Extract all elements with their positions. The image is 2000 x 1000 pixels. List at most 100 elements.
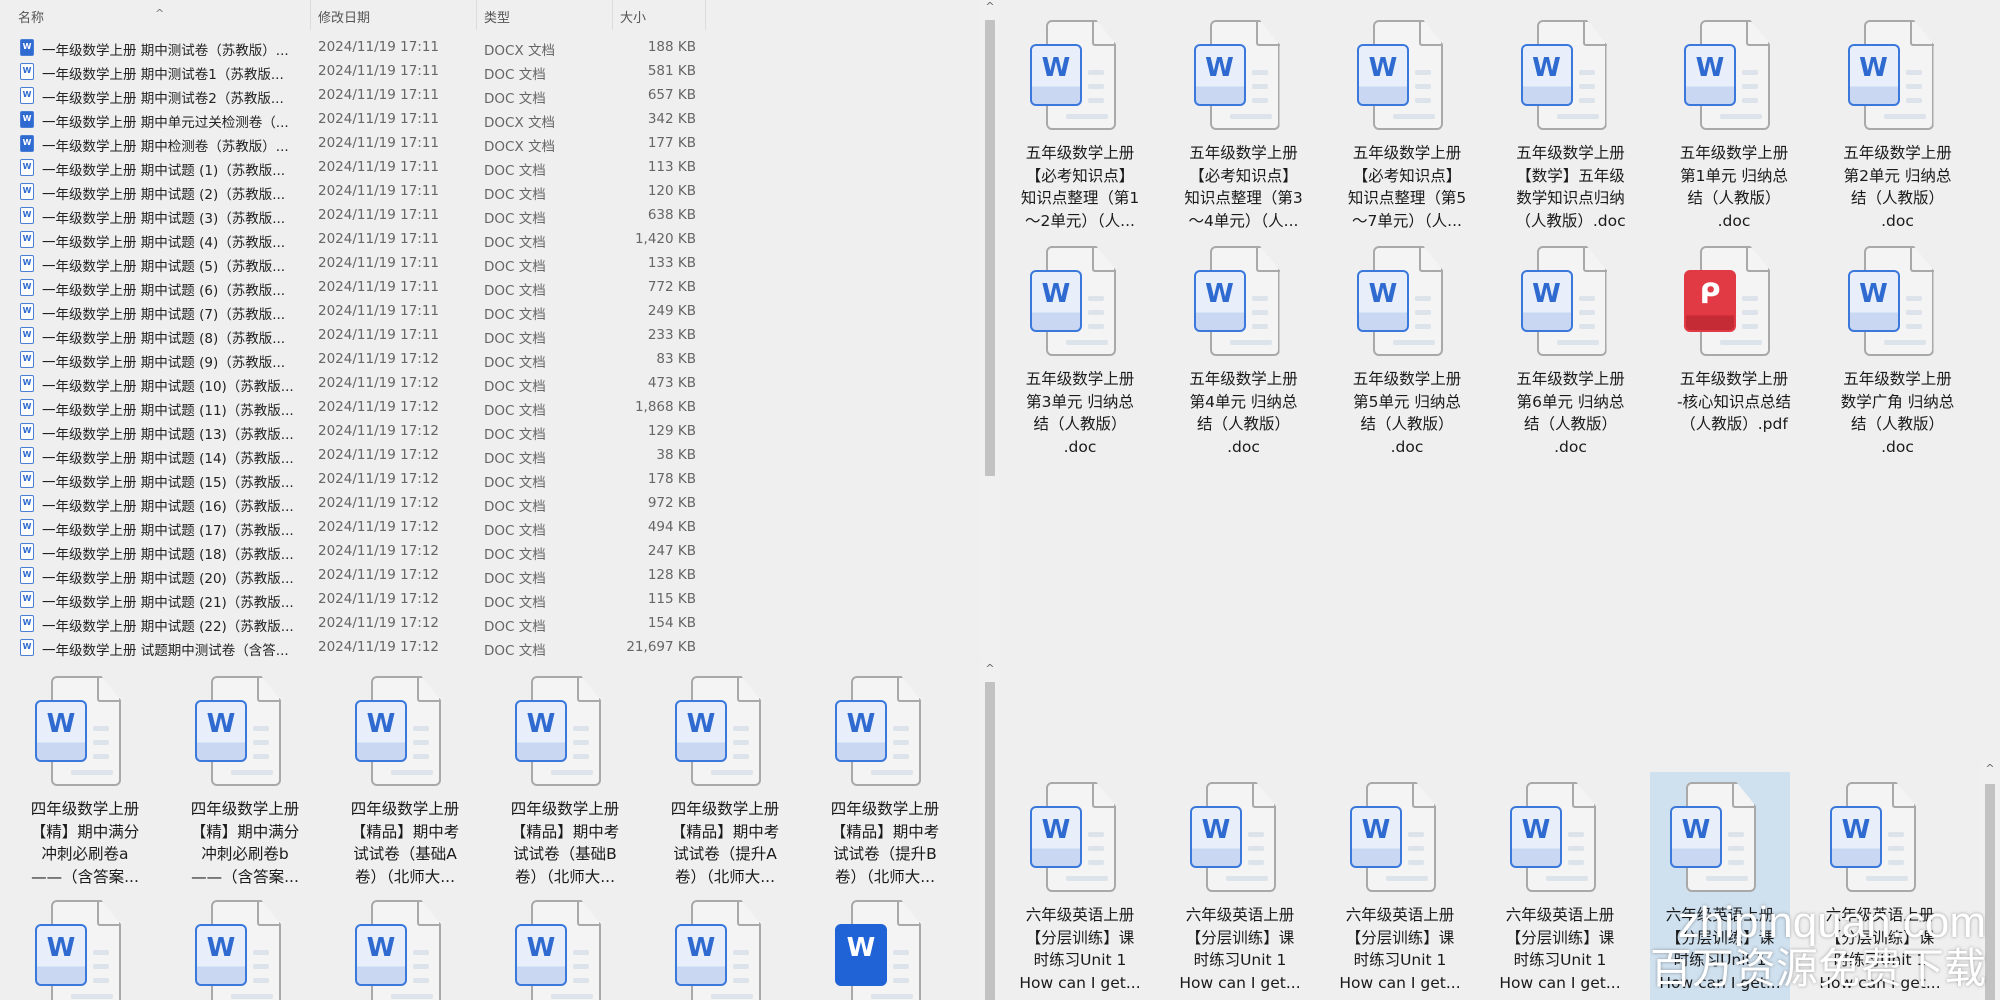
file-size: 494 KB — [647, 519, 696, 535]
file-label-line: 六年级英语上册 — [1025, 906, 1135, 924]
file-row[interactable]: W 一年级数学上册 期中试题 (4)（苏教版... 2024/11/19 17:11… — [0, 228, 710, 252]
column-date[interactable]: 修改日期 — [318, 7, 370, 26]
file-date: 2024/11/19 17:12 — [318, 639, 440, 655]
text-line — [893, 964, 909, 969]
file-item[interactable]: W 四年级数学上册 【精】期中满分 冲刺必刷卷a ——（含答案... — [15, 676, 155, 888]
file-label-line: 四年级数学上册 — [30, 800, 140, 818]
file-item[interactable]: W 五年级数学上册 第5单元 归纳总 结（人教版） .doc — [1337, 246, 1477, 458]
file-row[interactable]: W 一年级数学上册 期中试题 (11)（苏教版... 2024/11/19 17:1… — [0, 396, 710, 420]
file-label: 六年级英语上册 【分层训练】课 时练习Unit 1 How can I get... — [1330, 904, 1470, 994]
file-row[interactable]: W 一年级数学上册 期中试题 (17)（苏教版... 2024/11/19 17:1… — [0, 516, 710, 540]
page-fold — [97, 676, 121, 702]
file-item[interactable]: W — [175, 900, 315, 1000]
file-row[interactable]: W 一年级数学上册 期中试题 (6)（苏教版... 2024/11/19 17:11… — [0, 276, 710, 300]
file-item[interactable]: W 五年级数学上册 第4单元 归纳总 结（人教版） .doc — [1174, 246, 1314, 458]
file-row[interactable]: W 一年级数学上册 期中试题 (5)（苏教版... 2024/11/19 17:11… — [0, 252, 710, 276]
word-logo-icon: W — [1670, 806, 1722, 868]
file-row[interactable]: W 一年级数学上册 期中测试卷1（苏教版... 2024/11/19 17:11 DO… — [0, 60, 710, 84]
file-label-line: 五年级数学上册 — [1679, 370, 1789, 388]
file-item[interactable]: W 五年级数学上册 【必考知识点】 知识点整理（第3 ～4单元）（人... — [1174, 20, 1314, 232]
file-size: 772 KB — [647, 279, 696, 295]
file-item[interactable]: W — [495, 900, 635, 1000]
page-fold — [737, 676, 761, 702]
file-name: 一年级数学上册 期中试题 (18)（苏教版... — [42, 547, 294, 563]
file-item[interactable]: W 五年级数学上册 【必考知识点】 知识点整理（第1 ～2单元）（人... — [1010, 20, 1150, 232]
file-row[interactable]: W 一年级数学上册 期中单元过关检测卷（... 2024/11/19 17:11 DO… — [0, 108, 710, 132]
file-type: DOC 文档 — [484, 331, 546, 347]
file-row[interactable]: W 一年级数学上册 期中试题 (3)（苏教版... 2024/11/19 17:11… — [0, 204, 710, 228]
file-item[interactable]: W 四年级数学上册 【精品】期中考 试试卷（基础B 卷）（北师大... — [495, 676, 635, 888]
file-date: 2024/11/19 17:12 — [318, 543, 440, 559]
word-file-icon: W — [355, 900, 455, 1000]
file-row[interactable]: W 一年级数学上册 期中试题 (20)（苏教版... 2024/11/19 17:1… — [0, 564, 710, 588]
file-item[interactable]: W 六年级英语上册 【分层训练】课 时练习Unit 1 How can I get... — [1490, 782, 1630, 994]
file-row[interactable]: W 一年级数学上册 期中试题 (14)（苏教版... 2024/11/19 17:1… — [0, 444, 710, 468]
file-row[interactable]: W 一年级数学上册 期中测试卷2（苏教版... 2024/11/19 17:11 DO… — [0, 84, 710, 108]
file-row[interactable]: W 一年级数学上册 期中试题 (21)（苏教版... 2024/11/19 17:1… — [0, 588, 710, 612]
file-row[interactable]: W 一年级数学上册 期中试题 (16)（苏教版... 2024/11/19 17:1… — [0, 492, 710, 516]
file-item[interactable]: W 六年级英语上册 【分层训练】课 时练习Unit 1 How can I get... — [1330, 782, 1470, 994]
file-item[interactable]: W 五年级数学上册 第1单元 归纳总 结（人教版） .doc — [1664, 20, 1804, 232]
file-row[interactable]: W 一年级数学上册 期中检测卷（苏教版）... 2024/11/19 17:11 DO… — [0, 132, 710, 156]
file-size: 154 KB — [647, 615, 696, 631]
file-row[interactable]: W 一年级数学上册 期中试题 (15)（苏教版... 2024/11/19 17:1… — [0, 468, 710, 492]
scroll-up-icon[interactable]: ^ — [1981, 762, 1999, 775]
column-name[interactable]: 名称 — [18, 7, 44, 26]
file-label-line: 时练习Unit 1 — [1833, 951, 1927, 969]
text-line — [1728, 832, 1744, 837]
file-label-line: 四年级数学上册 — [830, 800, 940, 818]
file-row[interactable]: W 一年级数学上册 期中试题 (10)（苏教版... 2024/11/19 17:1… — [0, 372, 710, 396]
page-fold — [257, 676, 281, 702]
file-label-line: 知识点整理（第1 — [1020, 189, 1140, 207]
file-row[interactable]: W 一年级数学上册 期中试题 (7)（苏教版... 2024/11/19 17:11… — [0, 300, 710, 324]
scroll-up-icon[interactable]: ^ — [981, 0, 999, 13]
file-item[interactable]: W 六年级英语上册 【分层训练】课 时练习Unit 1 How can I get... — [1810, 782, 1950, 994]
file-item[interactable]: W 四年级数学上册 【精品】期中考 试试卷（提升B 卷）（北师大... — [815, 676, 955, 888]
text-line — [1742, 84, 1758, 89]
file-item[interactable]: W 四年级数学上册 【精】期中满分 冲刺必刷卷b ——（含答案... — [175, 676, 315, 888]
file-item[interactable]: W 六年级英语上册 【分层训练】课 时练习Unit 1 How can I get... — [1650, 772, 1790, 1000]
word-doc-icon: W — [20, 327, 34, 344]
file-row[interactable]: W 一年级数学上册 期中试题 (1)（苏教版... 2024/11/19 17:11… — [0, 156, 710, 180]
file-item[interactable]: W 五年级数学上册 第6单元 归纳总 结（人教版） .doc — [1501, 246, 1641, 458]
page-fold — [1419, 20, 1443, 46]
file-item[interactable]: ᑭ 五年级数学上册 -核心知识点总结 （人教版）.pdf — [1664, 246, 1804, 436]
file-item[interactable]: W — [815, 900, 955, 1000]
file-item[interactable]: W 五年级数学上册 数学广角 归纳总 结（人教版） .doc — [1828, 246, 1968, 458]
page-fold — [1255, 20, 1280, 46]
file-item[interactable]: W — [335, 900, 475, 1000]
text-line — [1905, 310, 1922, 315]
file-row[interactable]: W 一年级数学上册 期中试题 (18)（苏教版... 2024/11/19 17:1… — [0, 540, 710, 564]
file-item[interactable]: W — [15, 900, 155, 1000]
text-line — [1415, 324, 1431, 329]
file-label-line: 【分层训练】课 — [1185, 928, 1295, 947]
file-row[interactable]: W 一年级数学上册 期中试题 (9)（苏教版... 2024/11/19 17:12… — [0, 348, 710, 372]
scroll-up-icon[interactable]: ^ — [981, 662, 999, 675]
list-scrollbar[interactable]: ^ — [981, 0, 999, 660]
file-item[interactable]: W 四年级数学上册 【精品】期中考 试试卷（提升A 卷）（北师大... — [655, 676, 795, 888]
file-row[interactable]: W 一年级数学上册 期中试题 (8)（苏教版... 2024/11/19 17:11… — [0, 324, 710, 348]
file-row[interactable]: W 一年级数学上册 期中试题 (22)（苏教版... 2024/11/19 17:1… — [0, 612, 710, 636]
column-size[interactable]: 大小 — [620, 7, 646, 26]
file-item[interactable]: W 六年级英语上册 【分层训练】课 时练习Unit 1 How can I get... — [1170, 782, 1310, 994]
word-logo-icon: W — [1193, 44, 1246, 106]
file-row[interactable]: W 一年级数学上册 试题期中测试卷（含答... 2024/11/19 17:12 DO… — [0, 636, 710, 660]
bottom-left-scrollbar[interactable]: ^ — [981, 662, 999, 1000]
file-row[interactable]: W 一年级数学上册 期中试题 (2)（苏教版... 2024/11/19 17:11… — [0, 180, 710, 204]
file-item[interactable]: W 五年级数学上册 第3单元 归纳总 结（人教版） .doc — [1010, 246, 1150, 458]
file-row[interactable]: W 一年级数学上册 期中测试卷（苏教版）... 2024/11/19 17:11 DO… — [0, 36, 710, 60]
file-name: 一年级数学上册 期中测试卷（苏教版）... — [42, 43, 289, 59]
file-label-line: 知识点整理（第3 — [1184, 189, 1303, 207]
text-line — [1088, 832, 1104, 837]
bottom-right-scrollbar[interactable]: ^ — [1981, 762, 1999, 1000]
file-label: 六年级英语上册 【分层训练】课 时练习Unit 1 How can I get... — [1810, 904, 1950, 994]
file-item[interactable]: W 四年级数学上册 【精品】期中考 试试卷（基础A 卷）（北师大... — [335, 676, 475, 888]
file-item[interactable]: W 五年级数学上册 【必考知识点】 知识点整理（第5 ～7单元）（人... — [1337, 20, 1477, 232]
file-item[interactable]: W 六年级英语上册 【分层训练】课 时练习Unit 1 How can I get... — [1010, 782, 1150, 994]
file-item[interactable]: W 五年级数学上册 第2单元 归纳总 结（人教版） .doc — [1828, 20, 1968, 232]
file-item[interactable]: W — [655, 900, 795, 1000]
file-item[interactable]: W 五年级数学上册 【数学】五年级 数学知识点归纳 （人教版）.doc — [1501, 20, 1641, 232]
text-line — [1415, 70, 1431, 75]
file-row[interactable]: W 一年级数学上册 期中试题 (13)（苏教版... 2024/11/19 17:1… — [0, 420, 710, 444]
column-type[interactable]: 类型 — [484, 7, 510, 26]
